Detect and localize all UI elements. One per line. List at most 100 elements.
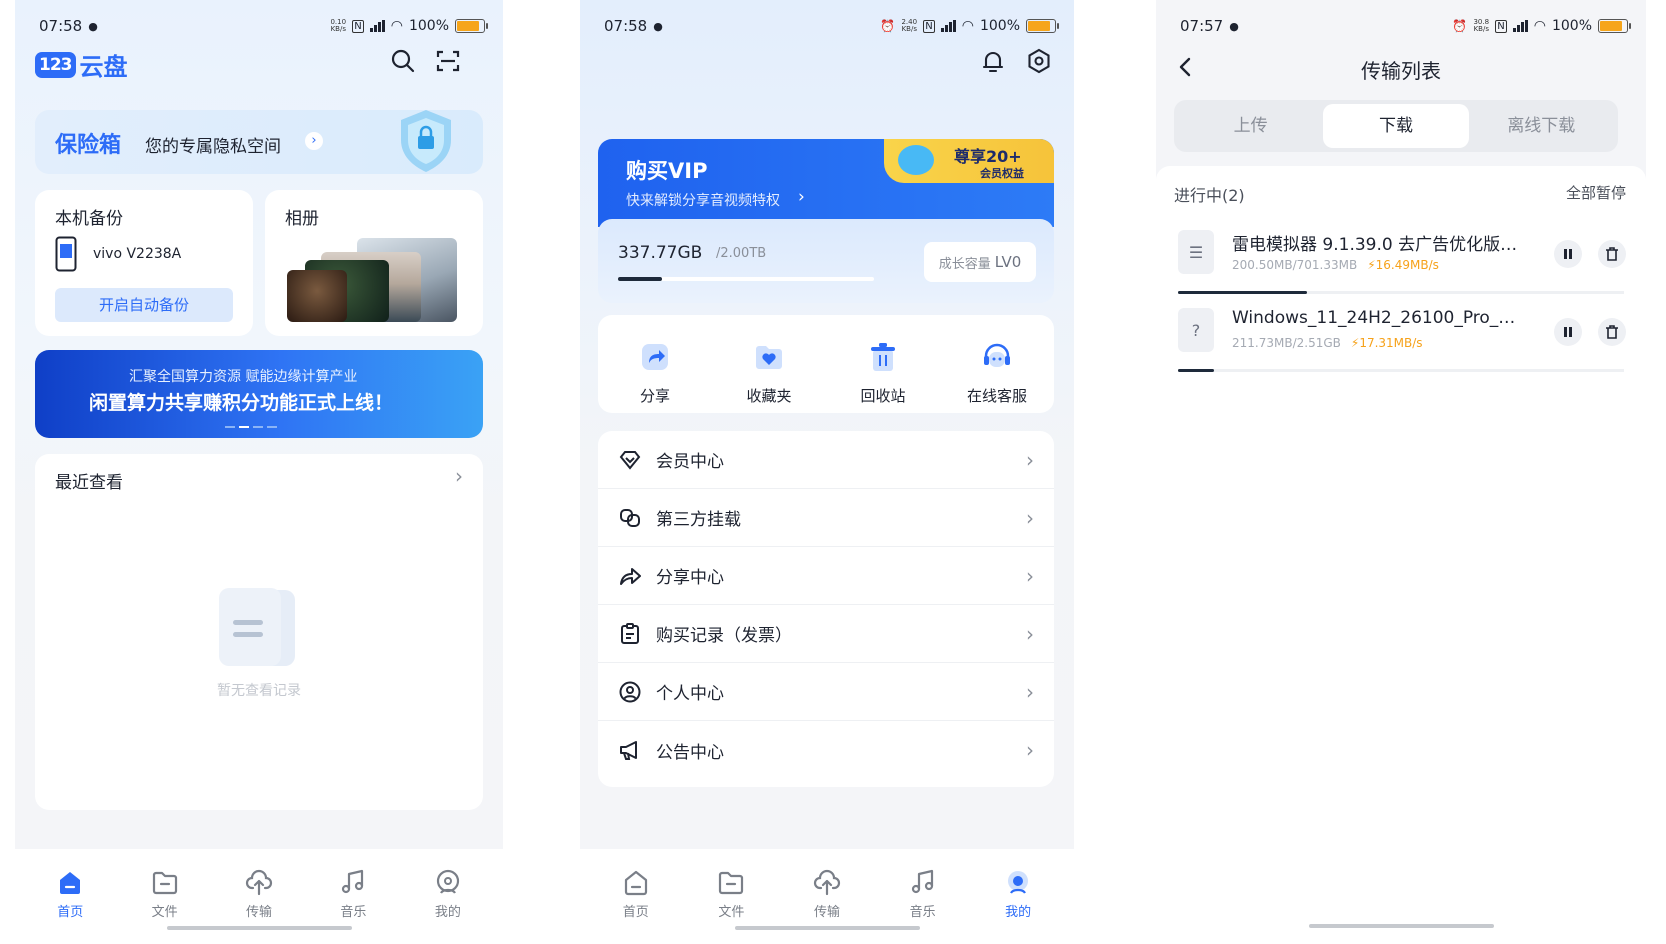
- vip-badge-top: 尊享20+: [954, 147, 1022, 166]
- home-icon: [624, 870, 647, 896]
- delete-button[interactable]: [1598, 240, 1626, 268]
- vip-subtitle: 快来解锁分享音视频特权: [626, 193, 780, 209]
- home-screen: 07:58 ● 0.10 KB/s N ◠ 100% 123 云盘 保险箱 您的…: [15, 0, 503, 944]
- tab-download[interactable]: 下载: [1323, 104, 1469, 148]
- storage-used: 337.77GB: [618, 243, 703, 263]
- share-arrow-icon: [620, 567, 641, 585]
- megaphone-icon: [620, 741, 637, 760]
- transfer-tabs: 上传 下载 离线下载: [1174, 100, 1618, 152]
- scan-icon[interactable]: [435, 48, 461, 74]
- album-card[interactable]: 相册: [265, 190, 483, 336]
- growth-level-button[interactable]: 成长容量 LV0: [924, 242, 1036, 282]
- signal-icon: [1512, 20, 1528, 32]
- menu-personal-center[interactable]: 个人中心 ›: [598, 663, 1054, 721]
- nav-profile[interactable]: 我的: [401, 849, 495, 944]
- settings-icon[interactable]: [1026, 48, 1052, 74]
- menu-label: 购买记录（发票）: [656, 626, 792, 646]
- nav-label: 我的: [1005, 905, 1032, 920]
- tab-offline-download[interactable]: 离线下载: [1469, 104, 1614, 148]
- profile-screen: 07:58 ● ⏰ 2.40 KB/s N ◠ 100% 购买VIP 快来解锁分…: [580, 0, 1074, 944]
- transfer-meta: 200.50MB/701.33MB ⚡16.49MB/s: [1232, 258, 1439, 272]
- pause-button[interactable]: [1554, 318, 1582, 346]
- section-label: 进行中(2): [1174, 186, 1245, 205]
- person-icon: ●: [1229, 19, 1239, 33]
- recent-card: 最近查看 › 暂无查看记录: [35, 454, 483, 810]
- transfer-meta: 211.73MB/2.51GB ⚡17.31MB/s: [1232, 336, 1423, 350]
- album-photo-front: [287, 270, 347, 322]
- chevron-right-icon: ›: [1026, 679, 1034, 704]
- pause-button[interactable]: [1554, 240, 1582, 268]
- nav-label: 传输: [813, 905, 840, 920]
- menu-label: 公告中心: [656, 742, 724, 763]
- nav-label: 传输: [246, 905, 273, 920]
- menu-share-center[interactable]: 分享中心 ›: [598, 547, 1054, 605]
- quick-customer-service[interactable]: 在线客服: [940, 337, 1054, 413]
- folder-icon: [152, 871, 177, 895]
- quick-recycle-bin-label: 回收站: [860, 387, 906, 405]
- unknown-file-icon: ?: [1178, 308, 1214, 352]
- nav-profile[interactable]: 我的: [970, 849, 1066, 944]
- wifi-icon: ◠: [1533, 18, 1546, 34]
- chevron-right-icon: ›: [798, 187, 805, 207]
- net-speed: 0.10 KB/s: [330, 18, 347, 33]
- chevron-right-icon[interactable]: ›: [455, 464, 463, 488]
- alarm-icon: ⏰: [1452, 19, 1468, 33]
- transfer-speed-value: 17.31MB/s: [1359, 336, 1423, 350]
- recent-empty-text: 暂无查看记录: [217, 683, 301, 699]
- vip-card[interactable]: 购买VIP 快来解锁分享音视频特权 › 尊享20+ 会员权益: [598, 139, 1054, 227]
- banner-line2: 闲置算力共享赚积分功能正式上线！: [89, 392, 394, 414]
- menu-third-party-mount[interactable]: 第三方挂载 ›: [598, 489, 1054, 547]
- recycle-bin-icon: [871, 343, 895, 371]
- music-icon: [911, 869, 933, 894]
- nav-label: 文件: [151, 905, 178, 920]
- search-icon[interactable]: [390, 48, 416, 74]
- menu-label: 个人中心: [656, 684, 724, 704]
- menu-purchase-records[interactable]: 购买记录（发票） ›: [598, 605, 1054, 663]
- chevron-right-icon: ›: [1026, 447, 1034, 472]
- tab-upload[interactable]: 上传: [1178, 104, 1323, 148]
- storage-progress: [618, 277, 874, 281]
- vip-badge: 尊享20+ 会员权益: [884, 139, 1054, 183]
- menu-member-center[interactable]: 会员中心 ›: [598, 431, 1054, 489]
- battery-icon: [1598, 19, 1631, 33]
- menu-label: 第三方挂载: [656, 510, 741, 530]
- profile-icon: [1008, 871, 1029, 894]
- transfer-speed: ⚡16.49MB/s: [1367, 258, 1439, 272]
- menu-announcements[interactable]: 公告中心 ›: [598, 721, 1054, 779]
- chevron-right-icon: ›: [1026, 505, 1034, 530]
- chevron-right-icon: ›: [1026, 621, 1034, 646]
- promo-banner[interactable]: 汇聚全国算力资源 赋能边缘计算产业 闲置算力共享赚积分功能正式上线！: [35, 350, 483, 438]
- quick-recycle-bin[interactable]: 回收站: [826, 337, 940, 413]
- transfer-speed: ⚡17.31MB/s: [1350, 336, 1423, 350]
- battery-icon: [1026, 19, 1059, 33]
- transfer-item[interactable]: ☰ 雷电模拟器 9.1.39.0 去广告优化版… 200.50MB/701.33…: [1156, 216, 1646, 294]
- nav-home[interactable]: 首页: [588, 849, 684, 944]
- transfer-item[interactable]: ? Windows_11_24H2_26100_Pro_… 211.73MB/2…: [1156, 294, 1646, 372]
- music-icon: [342, 869, 364, 894]
- quick-customer-service-label: 在线客服: [966, 387, 1027, 405]
- device-name: vivo V2238A: [93, 246, 182, 262]
- home-indicator: [1309, 924, 1494, 928]
- quick-favorites[interactable]: 收藏夹: [712, 337, 826, 413]
- status-bar: 07:58 ● 0.10 KB/s N ◠ 100%: [39, 14, 488, 38]
- bell-icon[interactable]: [980, 48, 1006, 74]
- favorites-icon: [756, 346, 782, 369]
- enable-backup-button[interactable]: 开启自动备份: [55, 288, 233, 322]
- home-indicator: [167, 926, 352, 930]
- pause-all-button[interactable]: 全部暂停: [1566, 182, 1626, 203]
- customer-service-icon: [984, 343, 1010, 367]
- storage-card[interactable]: 337.77GB /2.00TB 成长容量 LV0: [598, 219, 1054, 303]
- battery-percent: 100%: [979, 18, 1020, 34]
- nav-label: 音乐: [340, 905, 367, 920]
- banner-pager: [225, 426, 277, 428]
- banner-line1: 汇聚全国算力资源 赋能边缘计算产业: [129, 369, 358, 385]
- delete-button[interactable]: [1598, 318, 1626, 346]
- quick-share[interactable]: 分享: [598, 337, 712, 413]
- vault-card[interactable]: 保险箱 您的专属隐私空间 ›: [35, 110, 483, 174]
- nav-home[interactable]: 首页: [23, 849, 117, 944]
- diamond-icon: [619, 450, 641, 470]
- cloud-transfer-icon: [813, 869, 841, 896]
- quick-favorites-label: 收藏夹: [746, 387, 792, 405]
- vault-title: 保险箱: [55, 133, 122, 158]
- status-bar: 07:57 ● ⏰ 30.8 KB/s N ◠ 100%: [1180, 14, 1631, 38]
